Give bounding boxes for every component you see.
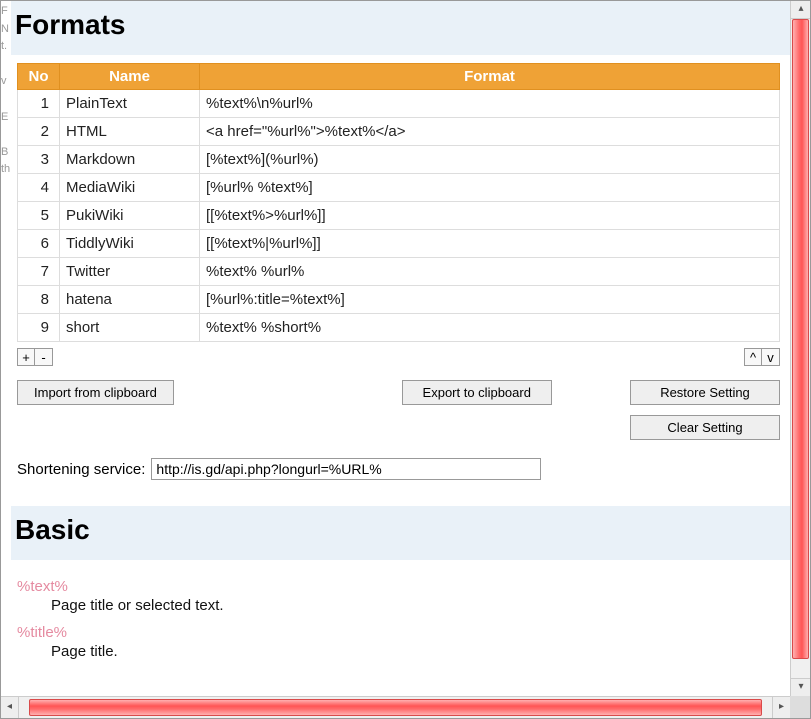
cell-no: 5 [18,202,60,230]
restore-setting-button[interactable]: Restore Setting [630,380,780,405]
scroll-corner [790,696,810,718]
variable-description: Page title or selected text. [51,597,780,614]
cell-no: 8 [18,286,60,314]
cell-format: [[%text%>%url%]] [200,202,780,230]
add-row-button[interactable]: + [17,348,35,366]
section-header-basic: Basic [11,506,790,560]
move-down-button[interactable]: v [762,348,780,366]
move-up-button[interactable]: ^ [744,348,762,366]
cell-format: [%url%:title=%text%] [200,286,780,314]
shortening-service-label: Shortening service: [17,461,145,478]
cell-no: 1 [18,90,60,118]
table-header-row: No Name Format [18,64,780,90]
table-row[interactable]: 4MediaWiki[%url% %text%] [18,174,780,202]
cell-no: 7 [18,258,60,286]
variable-token: %title% [17,624,780,641]
cell-name: PukiWiki [60,202,200,230]
cell-format: [[%text%|%url%]] [200,230,780,258]
import-clipboard-button[interactable]: Import from clipboard [17,380,174,405]
add-remove-group: + - [17,348,53,366]
cell-format: %text% %short% [200,314,780,342]
cell-format: %text%\n%url% [200,90,780,118]
cell-name: MediaWiki [60,174,200,202]
vertical-scrollbar[interactable]: ▴ ▾ [790,1,810,696]
export-clipboard-button[interactable]: Export to clipboard [402,380,552,405]
cell-format: [%url% %text%] [200,174,780,202]
heading-basic: Basic [15,514,778,546]
cell-format: <a href="%url%">%text%</a> [200,118,780,146]
horizontal-scroll-thumb[interactable] [29,699,762,716]
left-page-sliver: FNt. v E Bth [1,1,11,696]
cell-no: 2 [18,118,60,146]
cell-no: 9 [18,314,60,342]
table-row[interactable]: 3Markdown[%text%](%url%) [18,146,780,174]
scroll-up-button[interactable]: ▴ [791,1,811,19]
table-row[interactable]: 5PukiWiki[[%text%>%url%]] [18,202,780,230]
table-row[interactable]: 1PlainText%text%\n%url% [18,90,780,118]
scroll-left-button[interactable]: ◂ [1,697,19,719]
heading-formats: Formats [15,9,778,41]
cell-no: 4 [18,174,60,202]
cell-name: hatena [60,286,200,314]
vertical-scroll-thumb[interactable] [792,19,809,659]
clear-setting-button[interactable]: Clear Setting [630,415,780,440]
cell-name: Markdown [60,146,200,174]
cell-name: short [60,314,200,342]
table-row[interactable]: 6TiddlyWiki[[%text%|%url%]] [18,230,780,258]
cell-name: HTML [60,118,200,146]
col-header-name: Name [60,64,200,90]
table-row[interactable]: 9short%text% %short% [18,314,780,342]
variable-description: Page title. [51,643,780,660]
cell-no: 6 [18,230,60,258]
cell-no: 3 [18,146,60,174]
section-header-formats: Formats [11,1,790,55]
col-header-format: Format [200,64,780,90]
cell-name: Twitter [60,258,200,286]
shortening-service-input[interactable] [151,458,541,480]
formats-table: No Name Format 1PlainText%text%\n%url%2H… [17,63,780,342]
move-group: ^ v [744,348,780,366]
cell-format: [%text%](%url%) [200,146,780,174]
variable-token: %text% [17,578,780,595]
scroll-down-button[interactable]: ▾ [791,678,811,696]
table-row[interactable]: 7Twitter%text% %url% [18,258,780,286]
scroll-right-button[interactable]: ▸ [772,697,790,719]
col-header-no: No [18,64,60,90]
remove-row-button[interactable]: - [35,348,53,366]
table-row[interactable]: 2HTML<a href="%url%">%text%</a> [18,118,780,146]
cell-format: %text% %url% [200,258,780,286]
cell-name: TiddlyWiki [60,230,200,258]
table-row[interactable]: 8hatena[%url%:title=%text%] [18,286,780,314]
horizontal-scrollbar[interactable]: ◂ ▸ [1,696,790,718]
cell-name: PlainText [60,90,200,118]
variables-list: %text% Page title or selected text. %title… [17,578,780,660]
